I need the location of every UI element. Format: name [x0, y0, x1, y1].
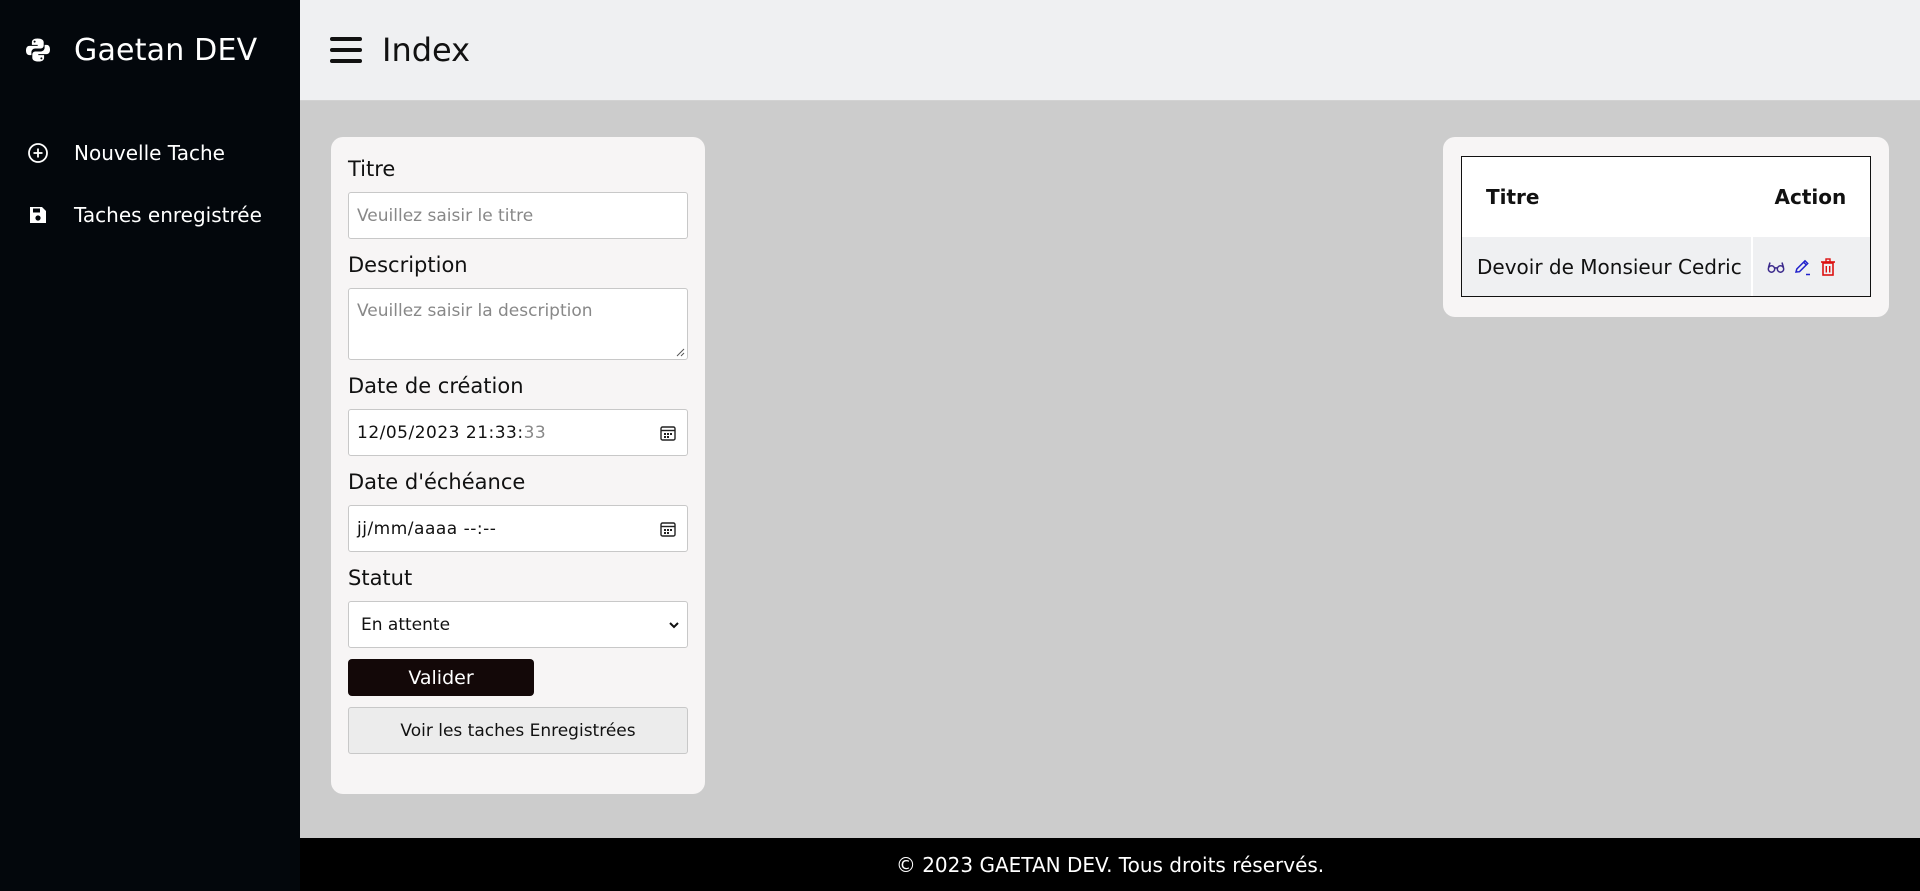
- valider-button[interactable]: Valider: [348, 659, 534, 696]
- column-header-action: Action: [1774, 185, 1847, 209]
- titre-input[interactable]: Veuillez saisir le titre: [348, 192, 688, 239]
- header: Index: [300, 0, 1920, 101]
- task-form: Titre Veuillez saisir le titre Descripti…: [331, 137, 705, 794]
- sidebar-item-nouvelle-tache[interactable]: Nouvelle Tache: [0, 122, 300, 184]
- description-placeholder: Veuillez saisir la description: [357, 301, 593, 321]
- sidebar-nav: Nouvelle Tache Taches enregistrée: [0, 122, 300, 246]
- creation-date-input[interactable]: 12/05/2023 21:33:33: [348, 409, 688, 456]
- calendar-icon[interactable]: [659, 520, 677, 538]
- calendar-icon[interactable]: [659, 424, 677, 442]
- resize-handle-icon[interactable]: [675, 347, 685, 357]
- chevron-down-icon: [669, 621, 679, 628]
- titre-label: Titre: [348, 157, 396, 181]
- sidebar-item-label: Nouvelle Tache: [74, 141, 225, 165]
- plus-circle-icon: [26, 141, 50, 165]
- voir-taches-button[interactable]: Voir les taches Enregistrées: [348, 707, 688, 754]
- titre-placeholder: Veuillez saisir le titre: [357, 205, 534, 226]
- creation-date-label: Date de création: [348, 374, 524, 398]
- footer-copyright: © 2023 GAETAN DEV. Tous droits réservés.: [895, 852, 1325, 877]
- statut-label: Statut: [348, 566, 413, 590]
- table-header: Titre Action: [1462, 157, 1870, 237]
- hamburger-icon[interactable]: [330, 37, 362, 63]
- page-title: Index: [382, 31, 471, 69]
- tasks-table: Titre Action Devoir de Monsieur Cedric: [1461, 156, 1871, 297]
- statut-select[interactable]: En attente: [348, 601, 688, 648]
- statut-value: En attente: [361, 614, 451, 635]
- brand-name: Gaetan DEV: [74, 32, 258, 68]
- brand[interactable]: Gaetan DEV: [0, 0, 300, 100]
- python-icon: [24, 36, 52, 64]
- creation-date-value: 12/05/2023 21:33:33: [357, 422, 547, 443]
- sidebar-item-label: Taches enregistrée: [74, 203, 262, 227]
- tasks-table-card: Titre Action Devoir de Monsieur Cedric: [1443, 137, 1889, 317]
- sidebar-item-taches-enregistree[interactable]: Taches enregistrée: [0, 184, 300, 246]
- edit-icon[interactable]: [1793, 258, 1811, 276]
- task-title: Devoir de Monsieur Cedric: [1462, 237, 1753, 296]
- delete-icon[interactable]: [1819, 257, 1837, 276]
- description-textarea[interactable]: Veuillez saisir la description: [348, 288, 688, 360]
- description-label: Description: [348, 253, 468, 277]
- echeance-date-label: Date d'échéance: [348, 470, 526, 494]
- echeance-date-input[interactable]: jj/mm/aaaa --:--: [348, 505, 688, 552]
- table-row: Devoir de Monsieur Cedric: [1462, 237, 1870, 296]
- task-actions: [1753, 257, 1870, 276]
- sidebar: Gaetan DEV Nouvelle Tache Taches enregis…: [0, 0, 300, 891]
- echeance-date-value: jj/mm/aaaa --:--: [357, 518, 497, 539]
- save-icon: [26, 203, 50, 227]
- column-header-titre: Titre: [1486, 185, 1540, 209]
- view-icon[interactable]: [1767, 258, 1785, 276]
- footer: © 2023 GAETAN DEV. Tous droits réservés.: [300, 838, 1920, 891]
